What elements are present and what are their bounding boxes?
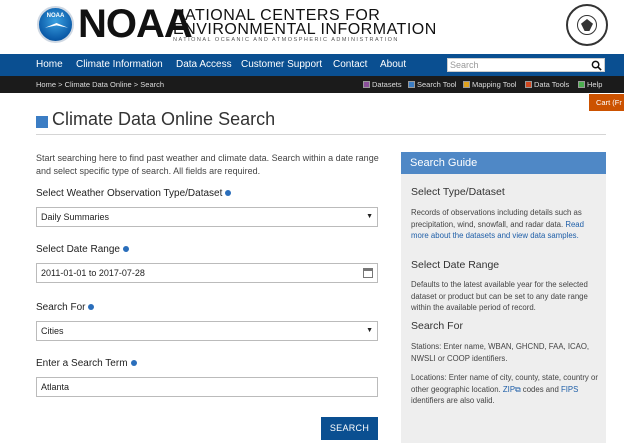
help-circle-icon[interactable] xyxy=(225,190,232,196)
search-icon[interactable] xyxy=(591,60,602,71)
guide-text-locations: Locations: Enter name of city, county, s… xyxy=(411,372,599,407)
search-term-field[interactable] xyxy=(36,377,378,397)
tool-data-tools[interactable]: Data Tools xyxy=(525,76,569,93)
dropdown-arrow-icon: ▼ xyxy=(366,213,373,220)
date-range-value: 2011-01-01 to 2017-07-28 xyxy=(41,268,145,278)
calendar-icon[interactable] xyxy=(363,268,373,278)
search-for-value: Cities xyxy=(41,326,64,336)
guide-identifiers-text: identifiers are also valid. xyxy=(411,396,495,406)
date-range-field[interactable]: 2011-01-01 to 2017-07-28 xyxy=(36,263,378,283)
search-term-input[interactable] xyxy=(41,378,361,396)
guide-heading-type: Select Type/Dataset xyxy=(411,186,505,198)
help-circle-icon[interactable] xyxy=(88,304,95,310)
tool-mapping[interactable]: Mapping Tool xyxy=(463,76,516,93)
tool-datasets-label: Datasets xyxy=(372,80,402,89)
org-subtitle: NATIONAL OCEANIC AND ATMOSPHERIC ADMINIS… xyxy=(173,37,399,43)
title-divider xyxy=(36,134,606,135)
guide-heading-date: Select Date Range xyxy=(411,259,500,271)
dataset-label-text: Select Weather Observation Type/Dataset xyxy=(36,188,223,199)
title-square-icon xyxy=(36,116,48,128)
site-header: NOAA NOAA NATIONAL CENTERS FOR ENVIRONME… xyxy=(0,0,624,54)
search-for-label: Search For xyxy=(36,302,95,313)
fips-link[interactable]: FIPS xyxy=(561,385,578,394)
nav-climate-information[interactable]: Climate Information xyxy=(76,54,163,76)
dataset-select-value: Daily Summaries xyxy=(41,212,110,222)
date-range-label-text: Select Date Range xyxy=(36,244,120,255)
guide-heading-searchfor: Search For xyxy=(411,320,463,332)
nav-about[interactable]: About xyxy=(380,54,406,76)
guide-text-type-body: Records of observations including detail… xyxy=(411,208,582,229)
bird-icon xyxy=(45,23,68,28)
commerce-seal-icon[interactable] xyxy=(566,4,608,46)
tool-search-label: Search Tool xyxy=(417,80,457,89)
cart-button[interactable]: Cart (Fr xyxy=(589,94,624,111)
search-term-label: Enter a Search Term xyxy=(36,358,137,369)
help-circle-icon[interactable] xyxy=(130,360,137,366)
guide-codes-text: codes and xyxy=(522,384,559,394)
main-nav: Home Climate Information Data Access Cus… xyxy=(0,54,624,76)
noaa-logo-text: NOAA xyxy=(46,13,65,19)
data-tools-icon xyxy=(525,81,532,88)
search-for-label-text: Search For xyxy=(36,302,86,313)
site-search xyxy=(447,58,605,72)
breadcrumb-separator: > xyxy=(56,80,65,89)
search-submit-button[interactable]: SEARCH xyxy=(321,417,378,440)
noaa-logo[interactable]: NOAA xyxy=(37,6,74,43)
dropdown-arrow-icon: ▼ xyxy=(366,327,373,334)
datasets-icon xyxy=(363,81,370,88)
zip-link[interactable]: ZIP xyxy=(503,385,515,394)
tool-help[interactable]: Help xyxy=(578,76,602,93)
breadcrumb-cdo[interactable]: Climate Data Online xyxy=(65,80,132,89)
help-icon xyxy=(578,81,585,88)
search-for-select[interactable]: Cities ▼ xyxy=(36,321,378,341)
breadcrumb-current: Search xyxy=(140,80,165,89)
guide-text-date: Defaults to the latest available year fo… xyxy=(411,280,588,313)
guide-text-type: Records of observations including detail… xyxy=(411,207,599,242)
dataset-label: Select Weather Observation Type/Dataset xyxy=(36,188,232,199)
intro-text: Start searching here to find past weathe… xyxy=(36,153,379,176)
page-title: Climate Data Online Search xyxy=(52,109,276,129)
nav-data-access[interactable]: Data Access xyxy=(176,54,232,76)
breadcrumb: Home > Climate Data Online > Search xyxy=(36,76,164,93)
tool-help-label: Help xyxy=(587,80,603,89)
tool-data-tools-label: Data Tools xyxy=(534,80,570,89)
site-search-input[interactable] xyxy=(450,59,585,71)
tool-search[interactable]: Search Tool xyxy=(408,76,456,93)
dataset-select[interactable]: Daily Summaries ▼ xyxy=(36,207,378,227)
breadcrumb-home[interactable]: Home xyxy=(36,80,56,89)
guide-title: Search Guide xyxy=(401,152,606,174)
search-term-label-text: Enter a Search Term xyxy=(36,358,128,369)
date-range-label: Select Date Range xyxy=(36,244,129,255)
org-name-line2: ENVIRONMENTAL INFORMATION xyxy=(173,21,437,38)
help-circle-icon[interactable] xyxy=(122,246,129,252)
search-tool-icon xyxy=(408,81,415,88)
nav-customer-support[interactable]: Customer Support xyxy=(241,54,322,76)
tool-mapping-label: Mapping Tool xyxy=(472,80,517,89)
nav-contact[interactable]: Contact xyxy=(333,54,367,76)
sub-bar: Home > Climate Data Online > Search Data… xyxy=(0,76,624,93)
external-link-icon: ⧉ xyxy=(515,384,521,394)
breadcrumb-separator: > xyxy=(131,80,141,89)
mapping-tool-icon xyxy=(463,81,470,88)
nav-home[interactable]: Home xyxy=(36,54,63,76)
guide-text-stations: Stations: Enter name, WBAN, GHCND, FAA, … xyxy=(411,342,590,363)
tool-datasets[interactable]: Datasets xyxy=(363,76,402,93)
